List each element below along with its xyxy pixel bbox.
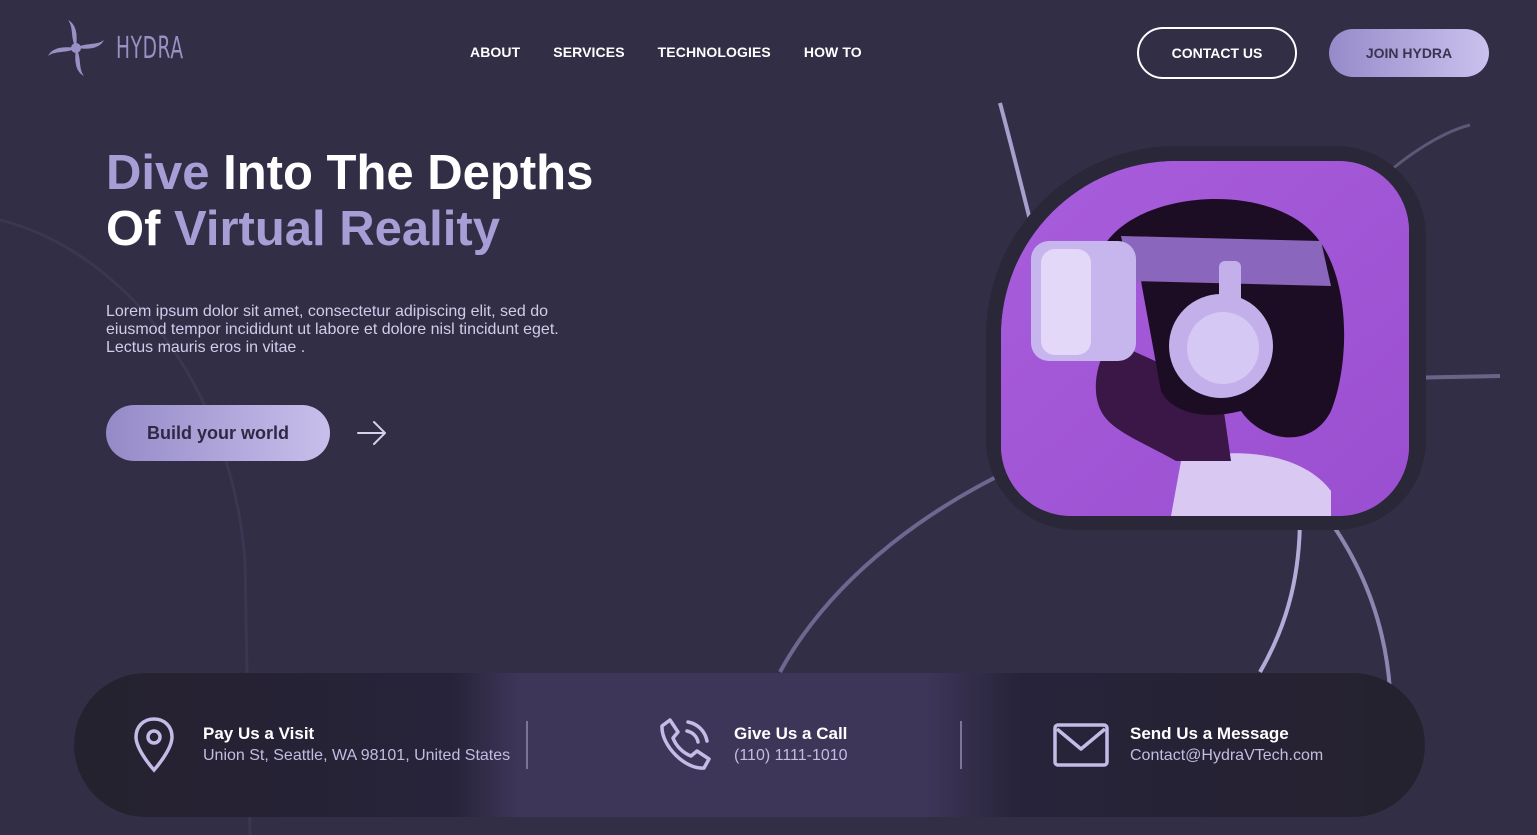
contact-divider-1 <box>526 721 528 769</box>
hero-title-accent-2: Virtual Reality <box>174 202 500 256</box>
hero-title-start-2: Of <box>106 202 175 256</box>
build-your-world-button[interactable]: Build your world <box>106 405 330 461</box>
location-pin-icon <box>134 717 174 773</box>
contact-us-button[interactable]: CONTACT US <box>1137 27 1297 79</box>
contact-message-email[interactable]: Contact@HydraVTech.com <box>1130 745 1323 767</box>
contact-visit: Pay Us a Visit Union St, Seattle, WA 981… <box>132 673 510 817</box>
nav-about[interactable]: ABOUT <box>470 44 520 60</box>
hero-title: Dive Into The Depths Of Virtual Reality <box>106 145 593 257</box>
hero-image-vr-person <box>1001 161 1409 516</box>
brand-logo[interactable]: HYDRA <box>40 12 225 84</box>
brand-name: HYDRA <box>116 30 184 66</box>
contact-message-title: Send Us a Message <box>1130 724 1289 743</box>
contact-call-title: Give Us a Call <box>734 724 848 743</box>
contact-call: Give Us a Call (110) 1111-1010 <box>656 673 848 817</box>
contact-visit-address: Union St, Seattle, WA 98101, United Stat… <box>203 747 511 764</box>
contact-call-phone[interactable]: (110) 1111-1010 <box>734 745 848 767</box>
nav-technologies[interactable]: TECHNOLOGIES <box>658 44 771 60</box>
nav-services[interactable]: SERVICES <box>553 44 624 60</box>
contact-visit-title: Pay Us a Visit <box>203 724 315 743</box>
hydra-logo-icon <box>48 20 104 76</box>
main-nav: ABOUT SERVICES TECHNOLOGIES HOW TO <box>470 44 895 60</box>
contact-divider-2 <box>960 721 962 769</box>
nav-how-to[interactable]: HOW TO <box>804 44 862 60</box>
arrow-right-icon[interactable] <box>356 419 388 447</box>
hero-title-accent-1: Dive <box>106 146 210 200</box>
hero-title-rest-1: Into The Depths <box>209 146 594 200</box>
hero-description: Lorem ipsum dolor sit amet, consectetur … <box>106 303 559 356</box>
join-hydra-button[interactable]: JOIN HYDRA <box>1329 29 1489 77</box>
vr-headset-person-illustration <box>1001 161 1409 516</box>
contact-message: Send Us a Message Contact@HydraVTech.com <box>1052 673 1323 817</box>
mail-icon <box>1053 723 1109 767</box>
contact-bar: Pay Us a Visit Union St, Seattle, WA 981… <box>74 673 1425 817</box>
phone-icon <box>660 718 711 770</box>
